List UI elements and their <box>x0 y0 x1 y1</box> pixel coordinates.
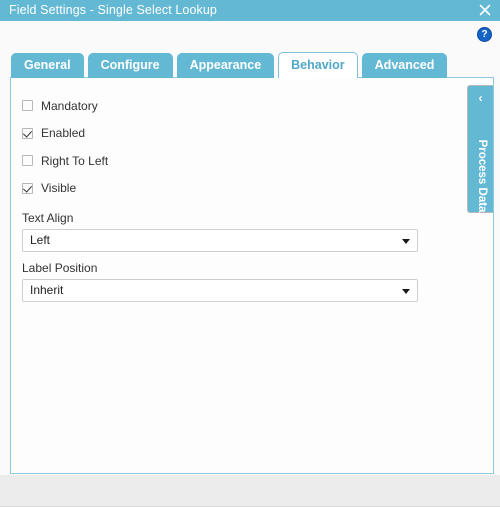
tab-appearance-label: Appearance <box>189 58 262 72</box>
right-to-left-checkbox[interactable] <box>22 155 33 167</box>
help-icon[interactable]: ? <box>477 27 492 42</box>
tab-behavior-label: Behavior <box>291 58 345 72</box>
text-align-value: Left <box>30 233 51 247</box>
dialog-footer <box>0 475 500 507</box>
tab-appearance[interactable]: Appearance <box>176 53 275 78</box>
tab-configure-label: Configure <box>100 58 160 72</box>
checkbox-row-right-to-left[interactable]: Right To Left <box>22 147 422 175</box>
mandatory-checkbox[interactable] <box>22 100 33 112</box>
chevron-down-icon <box>402 239 410 244</box>
text-align-label: Text Align <box>22 211 74 225</box>
window-title: Field Settings - Single Select Lookup <box>9 3 217 17</box>
checkbox-row-mandatory[interactable]: Mandatory <box>22 92 422 120</box>
right-to-left-label[interactable]: Right To Left <box>41 154 108 168</box>
tab-behavior[interactable]: Behavior <box>278 52 358 78</box>
chevron-down-icon <box>402 289 410 294</box>
tab-general-label: General <box>24 58 71 72</box>
tab-advanced[interactable]: Advanced <box>361 53 448 78</box>
process-data-label: Process Data <box>476 139 488 213</box>
tab-configure[interactable]: Configure <box>87 53 173 78</box>
text-align-select[interactable]: Left <box>22 229 418 252</box>
help-icon-glyph: ? <box>481 29 488 40</box>
checkbox-row-enabled[interactable]: Enabled <box>22 120 422 148</box>
behavior-form: Mandatory Enabled Right To Left Visible … <box>22 92 422 302</box>
checkbox-row-visible[interactable]: Visible <box>22 175 422 203</box>
visible-label[interactable]: Visible <box>41 181 76 195</box>
enabled-checkbox[interactable] <box>22 127 33 139</box>
tab-advanced-label: Advanced <box>374 58 435 72</box>
tab-general[interactable]: General <box>11 53 84 78</box>
close-icon[interactable] <box>476 1 494 19</box>
visible-checkbox[interactable] <box>22 182 33 194</box>
label-position-label: Label Position <box>22 261 98 275</box>
behavior-tab-panel: Mandatory Enabled Right To Left Visible … <box>10 77 494 474</box>
label-position-select[interactable]: Inherit <box>22 279 418 302</box>
mandatory-label[interactable]: Mandatory <box>41 99 98 113</box>
tab-strip: General Configure Appearance Behavior Ad… <box>11 52 451 78</box>
enabled-label[interactable]: Enabled <box>41 126 85 140</box>
field-settings-dialog: Field Settings - Single Select Lookup ? … <box>0 0 500 507</box>
label-position-value: Inherit <box>30 283 64 297</box>
title-bar: Field Settings - Single Select Lookup <box>0 0 500 21</box>
process-data-side-tab[interactable]: ‹ Process Data <box>467 85 493 213</box>
chevron-left-icon: ‹ <box>478 91 483 105</box>
